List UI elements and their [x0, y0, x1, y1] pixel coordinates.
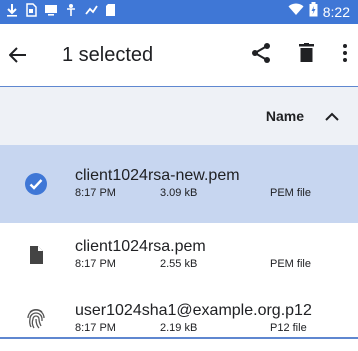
- sort-by-name-label[interactable]: Name: [266, 108, 304, 124]
- file-meta: 8:17 PM 2.19 kB P12 file: [75, 322, 345, 336]
- fingerprint-icon: [23, 306, 49, 332]
- check-circle-icon[interactable]: [23, 171, 49, 197]
- file-icon: [23, 242, 49, 268]
- status-bar: 8:22: [0, 0, 358, 24]
- status-bar-right: 8:22: [288, 2, 358, 22]
- list-item[interactable]: client1024rsa-new.pem 8:17 PM 3.09 kB PE…: [0, 145, 358, 223]
- file-type: PEM file: [270, 258, 311, 270]
- chevron-up-icon[interactable]: [318, 102, 346, 130]
- file-size: 3.09 kB: [160, 187, 198, 199]
- file-name: client1024rsa.pem: [75, 238, 206, 255]
- file-time: 8:17 PM: [75, 322, 116, 334]
- delete-icon[interactable]: [299, 43, 314, 67]
- list-sort-header: Name: [0, 87, 358, 145]
- list-item[interactable]: client1024rsa.pem 8:17 PM 2.55 kB PEM fi…: [0, 223, 358, 287]
- list-item[interactable]: user1024sha1@example.org.p12 8:17 PM 2.1…: [0, 287, 358, 351]
- file-meta: 8:17 PM 3.09 kB PEM file: [75, 187, 345, 201]
- sim-icon: [25, 2, 37, 22]
- file-type: P12 file: [270, 322, 307, 334]
- file-details: user1024sha1@example.org.p12 8:17 PM 2.1…: [75, 302, 345, 336]
- selection-count-title: 1 selected: [62, 43, 154, 66]
- wifi-icon: [288, 3, 304, 21]
- share-icon[interactable]: [251, 42, 271, 69]
- sd-card-icon: [105, 3, 116, 22]
- status-time: 8:22: [322, 4, 350, 20]
- more-vert-icon[interactable]: [342, 43, 348, 68]
- screen-cast-icon: [44, 3, 58, 21]
- accessibility-icon: [65, 3, 77, 22]
- file-time: 8:17 PM: [75, 258, 116, 270]
- file-size: 2.19 kB: [160, 322, 198, 334]
- download-icon: [6, 3, 18, 22]
- file-meta: 8:17 PM 2.55 kB PEM file: [75, 258, 345, 272]
- battery-icon: [309, 2, 318, 22]
- arrow-back-icon[interactable]: [4, 41, 32, 69]
- action-bar: 1 selected: [0, 24, 358, 87]
- file-details: client1024rsa.pem 8:17 PM 2.55 kB PEM fi…: [75, 238, 345, 272]
- file-name: client1024rsa-new.pem: [75, 167, 240, 184]
- file-size: 2.55 kB: [160, 258, 198, 270]
- file-type: PEM file: [270, 187, 311, 199]
- signal-icon: [84, 3, 98, 21]
- file-time: 8:17 PM: [75, 187, 116, 199]
- file-list: client1024rsa-new.pem 8:17 PM 3.09 kB PE…: [0, 145, 358, 351]
- file-details: client1024rsa-new.pem 8:17 PM 3.09 kB PE…: [75, 167, 345, 201]
- status-bar-left: [0, 2, 116, 22]
- file-name: user1024sha1@example.org.p12: [75, 302, 312, 319]
- toolbar-actions: [251, 42, 348, 69]
